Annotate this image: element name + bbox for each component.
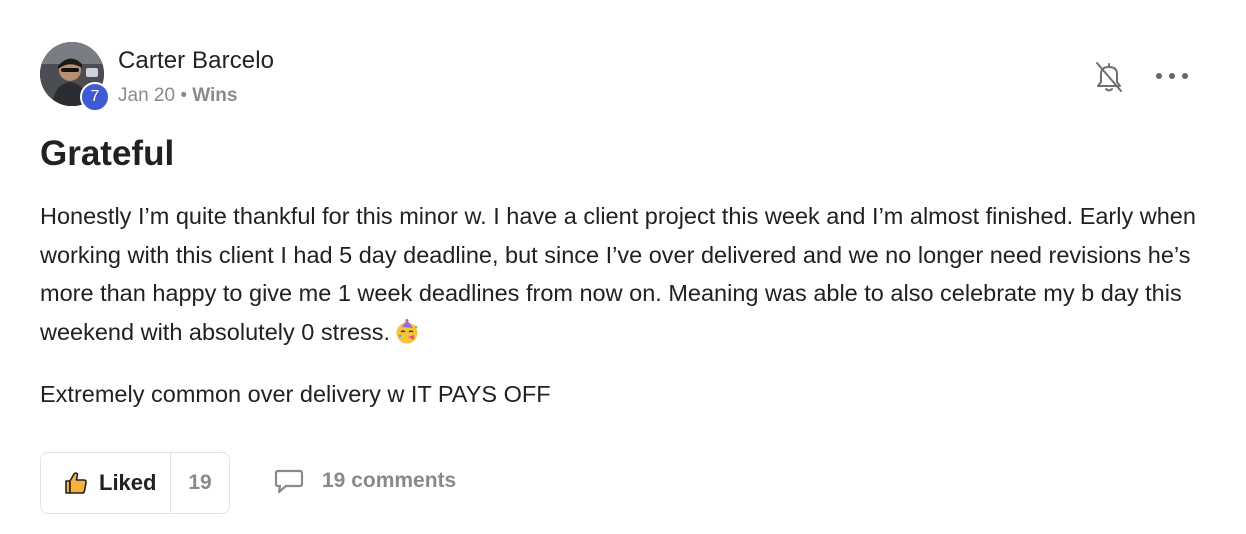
post-date[interactable]: Jan 20 — [118, 85, 175, 106]
partying-face-icon — [394, 318, 420, 344]
post-category[interactable]: Wins — [192, 85, 237, 106]
more-horizontal-icon[interactable] — [1156, 64, 1188, 88]
more-dot — [1169, 73, 1175, 79]
level-badge: 7 — [80, 82, 110, 112]
comments-label: 19 comments — [322, 469, 457, 492]
like-label: Liked — [99, 470, 157, 495]
more-dot — [1182, 73, 1188, 79]
post-title: Grateful — [40, 134, 175, 173]
comments-link[interactable]: 19 comments — [274, 467, 456, 495]
like-control: Liked 19 — [40, 452, 230, 514]
author-avatar-wrap[interactable]: 7 — [40, 42, 110, 112]
like-count[interactable]: 19 — [171, 471, 229, 495]
post-body: Honestly I’m quite thankful for this min… — [40, 197, 1210, 351]
like-button[interactable]: Liked — [41, 453, 171, 513]
author-name[interactable]: Carter Barcelo — [118, 47, 274, 75]
post-body-text: Honestly I’m quite thankful for this min… — [40, 203, 1196, 345]
bell-off-icon[interactable] — [1094, 60, 1124, 94]
post-body-closing: Extremely common over delivery w IT PAYS… — [40, 381, 551, 407]
comment-icon — [274, 467, 304, 495]
meta-separator: • — [180, 85, 187, 106]
thumbs-up-icon — [63, 470, 89, 496]
post-meta: Jan 20 • Wins — [118, 85, 237, 107]
more-dot — [1156, 73, 1162, 79]
post-card: 7 Carter Barcelo Jan 20 • Wins Grateful … — [0, 0, 1246, 534]
